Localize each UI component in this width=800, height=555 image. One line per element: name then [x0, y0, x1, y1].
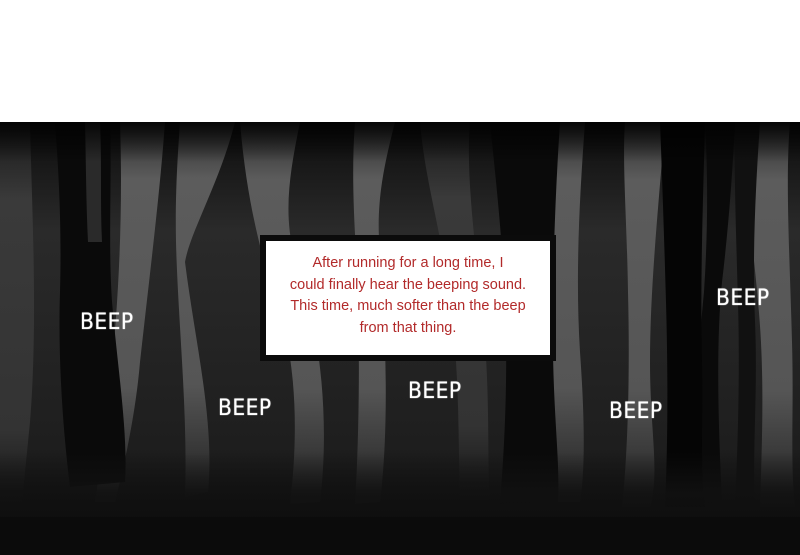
narration-line: This time, much softer than the beep	[290, 298, 526, 314]
beep-sound-effect: BEEP	[408, 379, 462, 404]
beep-sound-effect: BEEP	[716, 286, 770, 311]
narration-text: After running for a long time, I could f…	[266, 241, 550, 355]
narration-line: could finally hear the beeping sound.	[289, 276, 527, 293]
beep-sound-effect: BEEP	[80, 310, 134, 335]
panel-gutter	[0, 0, 800, 122]
narration-line: After running for a long time, I	[312, 255, 504, 271]
comic-panel: After running for a long time, I could f…	[0, 0, 800, 555]
narration-line: from that thing.	[359, 319, 457, 336]
narration-box: After running for a long time, I could f…	[260, 235, 556, 361]
beep-sound-effect: BEEP	[218, 396, 272, 421]
beep-sound-effect: BEEP	[609, 399, 663, 424]
